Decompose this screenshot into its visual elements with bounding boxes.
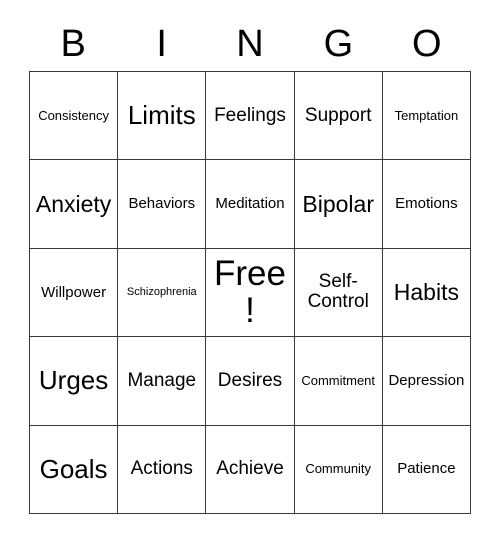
- bingo-cell[interactable]: Commitment: [294, 337, 383, 426]
- bingo-cell[interactable]: Support: [294, 72, 383, 161]
- bingo-cell[interactable]: Depression: [382, 337, 471, 426]
- bingo-cell-label: Consistency: [38, 107, 109, 123]
- bingo-cell-label: Temptation: [394, 107, 459, 123]
- bingo-card: B I N G O Consistency Limits Feelings Suppo…: [0, 0, 500, 544]
- bingo-cell[interactable]: Self-Control: [294, 248, 383, 338]
- bingo-cell-label: Schizophrenia: [126, 285, 197, 298]
- bingo-cell[interactable]: Feelings: [206, 72, 295, 161]
- bingo-cell-label: Depression: [388, 371, 465, 389]
- bingo-cell[interactable]: Desires: [206, 337, 295, 426]
- bingo-cell-label: Anxiety: [35, 190, 112, 217]
- bingo-cell[interactable]: Temptation: [382, 72, 471, 161]
- bingo-cell[interactable]: Bipolar: [294, 160, 383, 249]
- bingo-cell[interactable]: Achieve: [206, 425, 295, 514]
- bingo-cell[interactable]: Behaviors: [118, 160, 207, 249]
- bingo-header-letter-i: I: [156, 23, 167, 65]
- bingo-header-letter-n: N: [236, 23, 264, 65]
- bingo-cell-label: Self-Control: [307, 271, 369, 313]
- bingo-header-letter-g: G: [323, 23, 354, 65]
- bingo-cell-label: Meditation: [215, 195, 285, 213]
- bingo-cell-label: Manage: [127, 369, 197, 391]
- bingo-cell-label: Limits: [127, 99, 196, 130]
- bingo-cell-label: Willpower: [41, 283, 107, 301]
- bingo-cell-label: Behaviors: [128, 195, 196, 213]
- bingo-free-space-cell[interactable]: Free!: [206, 248, 295, 338]
- bingo-grid: Consistency Limits Feelings Support Temptati…: [29, 71, 471, 514]
- bingo-cell-label: Actions: [130, 458, 193, 480]
- bingo-cell-label: Support: [304, 104, 372, 126]
- bingo-cell[interactable]: Meditation: [206, 160, 295, 249]
- bingo-cell-label: Desires: [217, 369, 283, 391]
- bingo-cell-label: Patience: [397, 460, 456, 478]
- bingo-cell[interactable]: Anxiety: [30, 160, 119, 249]
- bingo-cell-label: Achieve: [216, 458, 284, 480]
- bingo-cell[interactable]: Manage: [118, 337, 207, 426]
- bingo-cell[interactable]: Actions: [118, 425, 207, 514]
- bingo-cell-label: Community: [305, 461, 372, 477]
- bingo-cell[interactable]: Willpower: [30, 248, 119, 338]
- bingo-cell[interactable]: Community: [294, 425, 383, 514]
- bingo-header-letter-o: O: [412, 23, 442, 65]
- bingo-header-letter-b: B: [60, 23, 86, 65]
- bingo-cell[interactable]: Emotions: [382, 160, 471, 249]
- bingo-cell[interactable]: Goals: [30, 425, 119, 514]
- bingo-cell[interactable]: Limits: [118, 72, 207, 161]
- bingo-cell[interactable]: Schizophrenia: [118, 248, 207, 338]
- bingo-cell-label: Emotions: [395, 195, 458, 213]
- bingo-cell-label: Free!: [214, 254, 286, 331]
- bingo-cell-label: Bipolar: [302, 190, 374, 217]
- bingo-cell-label: Feelings: [214, 104, 286, 126]
- bingo-cell[interactable]: Urges: [30, 337, 119, 426]
- bingo-cell-label: Urges: [38, 365, 109, 396]
- bingo-cell[interactable]: Habits: [382, 248, 471, 338]
- bingo-cell-label: Habits: [393, 279, 459, 306]
- bingo-cell-label: Commitment: [301, 373, 376, 388]
- bingo-cell[interactable]: Consistency: [30, 72, 119, 161]
- bingo-header-row: B I N G O: [29, 18, 471, 70]
- bingo-cell-label: Goals: [39, 453, 108, 484]
- bingo-cell[interactable]: Patience: [382, 425, 471, 514]
